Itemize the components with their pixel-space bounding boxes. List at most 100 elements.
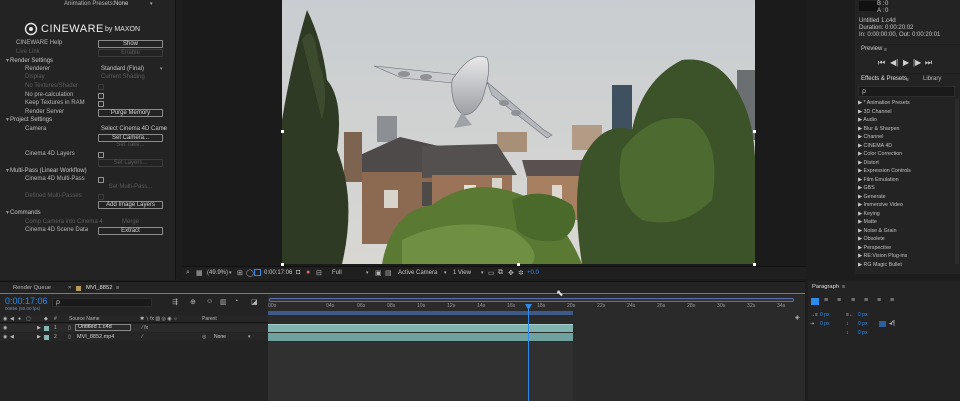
defined-multipasses-checkbox[interactable] bbox=[98, 193, 104, 200]
close-icon[interactable]: × bbox=[68, 284, 71, 293]
keep-textures-checkbox[interactable] bbox=[98, 100, 104, 107]
label-color-swatch[interactable] bbox=[44, 335, 49, 340]
list-item[interactable]: ▶ 3D Channel bbox=[858, 108, 892, 117]
fast-preview-icon[interactable]: ⊟ bbox=[316, 269, 322, 277]
align-right-icon[interactable]: ≡ bbox=[837, 297, 841, 304]
list-item[interactable]: ▶ RG Magic Bullet bbox=[858, 261, 902, 270]
justify-left-icon[interactable]: ≡ bbox=[851, 297, 855, 304]
layer-name[interactable]: Untitled 1.c4d bbox=[75, 324, 131, 331]
list-item[interactable]: ▶ Blur & Sharpen bbox=[858, 125, 899, 134]
time-navigator-range[interactable] bbox=[269, 298, 794, 302]
show-help-button[interactable]: Show bbox=[98, 39, 163, 48]
justify-center-icon[interactable]: ≡ bbox=[864, 297, 868, 304]
timeline-search-input[interactable]: ρ bbox=[52, 298, 152, 307]
list-item[interactable]: ▶ Generate bbox=[858, 193, 886, 202]
flowchart-icon[interactable]: ⧉ bbox=[498, 269, 503, 277]
mask-icon[interactable]: ◯ bbox=[246, 269, 254, 277]
list-item[interactable]: ▶ Channel bbox=[858, 133, 883, 142]
no-precalc-checkbox[interactable] bbox=[98, 92, 104, 99]
list-item[interactable]: ▶ Obsolete bbox=[858, 235, 885, 244]
frame-handle[interactable] bbox=[281, 130, 284, 133]
set-take-button[interactable]: Set Take... bbox=[98, 142, 163, 150]
effects-scrollbar[interactable] bbox=[955, 99, 959, 264]
panel-menu-icon[interactable]: ≡ bbox=[116, 284, 119, 293]
previous-frame-icon[interactable]: ◀| bbox=[890, 58, 898, 67]
source-name-column[interactable]: Source Name bbox=[69, 316, 100, 322]
table-row[interactable]: ◉ ▶ 1 ▯ Untitled 1.c4d ⁄ fx bbox=[0, 324, 268, 332]
exposure-icon[interactable]: ✲ bbox=[518, 269, 524, 277]
frame-handle[interactable] bbox=[753, 130, 756, 133]
motion-blur-icon[interactable]: ◔ bbox=[234, 298, 238, 305]
parent-pickwhip-icon[interactable]: ◎ bbox=[202, 334, 206, 340]
lock-icon[interactable]: ▢ bbox=[26, 316, 31, 322]
eye-icon[interactable]: ◉ bbox=[3, 325, 7, 331]
3d-renderer-icon[interactable]: ▤ bbox=[385, 269, 392, 277]
shy-layers-icon[interactable]: ☺ bbox=[206, 298, 213, 305]
justify-all-icon[interactable]: ≡ bbox=[890, 297, 894, 304]
list-item[interactable]: ▶ Matte bbox=[858, 218, 877, 227]
list-item[interactable]: ▶ * Animation Presets bbox=[858, 99, 910, 108]
expand-triangle-icon[interactable]: ▶ bbox=[37, 334, 41, 340]
region-of-interest-icon[interactable] bbox=[254, 269, 261, 276]
label-color-swatch[interactable] bbox=[44, 326, 49, 331]
current-time-indicator[interactable]: 0:00:17:06 bbox=[5, 296, 48, 306]
audio-icon[interactable]: ◀ bbox=[10, 316, 14, 322]
view-grid-icon[interactable]: ▦ bbox=[196, 269, 203, 277]
view-layout-dropdown[interactable]: 1 View bbox=[453, 270, 471, 276]
camera-snapshot-icon[interactable]: ◘ bbox=[296, 269, 300, 276]
reset-exposure-icon[interactable]: ✥ bbox=[508, 269, 514, 277]
list-item[interactable]: ▶ Distort bbox=[858, 159, 879, 168]
transparency-grid-icon[interactable]: ⊞ bbox=[237, 269, 243, 277]
commands-header[interactable]: ▼ Commands bbox=[0, 209, 176, 218]
space-after-value[interactable]: 0 px bbox=[858, 330, 867, 336]
layer-switches[interactable]: ⁄ bbox=[142, 334, 143, 340]
list-item[interactable]: ▶ Color Correction bbox=[858, 150, 902, 159]
indent-right-value[interactable]: 0 px bbox=[858, 312, 867, 318]
panel-menu-icon[interactable]: ≡ bbox=[884, 47, 887, 53]
last-frame-icon[interactable]: ⏭ bbox=[925, 58, 932, 68]
indent-left-value[interactable]: 0 px bbox=[820, 312, 829, 318]
zoom-dropdown[interactable]: (49.9%) bbox=[207, 270, 228, 276]
parent-column[interactable]: Parent bbox=[202, 316, 217, 322]
add-image-layers-button[interactable]: Add Image Layers bbox=[98, 200, 163, 209]
color-channel-icon[interactable]: ● bbox=[306, 269, 310, 276]
eye-icon[interactable]: ◉ bbox=[3, 316, 7, 322]
active-camera-dropdown[interactable]: Active Camera bbox=[398, 270, 437, 276]
display-dropdown[interactable]: Current Shading bbox=[101, 73, 145, 82]
resolution-dropdown[interactable]: Full bbox=[332, 270, 342, 276]
next-frame-icon[interactable]: |▶ bbox=[913, 58, 921, 67]
align-center-icon[interactable]: ≡ bbox=[824, 297, 828, 304]
list-item[interactable]: ▶ Immersive Video bbox=[858, 201, 903, 210]
first-line-indent-value[interactable]: 0 px bbox=[820, 321, 829, 327]
layer-switches[interactable]: ⁄ fx bbox=[142, 325, 148, 331]
toggle-viewer-icon[interactable]: ▣ bbox=[375, 269, 382, 277]
c4d-layers-checkbox[interactable] bbox=[98, 151, 104, 158]
parent-dropdown[interactable]: None bbox=[214, 334, 226, 340]
audio-icon[interactable]: ◀ bbox=[10, 334, 14, 340]
list-item[interactable]: ▶ Film Emulation bbox=[858, 176, 899, 185]
list-item[interactable]: ▶ Perspective bbox=[858, 244, 891, 253]
left-to-right-button[interactable] bbox=[879, 321, 886, 327]
table-row[interactable]: ◉ ◀ ▶ 2 ▯ MVI_8852.mp4 ⁄ ◎ None ▾ bbox=[0, 333, 268, 341]
magnify-icon[interactable]: ⌕ bbox=[186, 269, 190, 277]
c4d-multipass-checkbox[interactable] bbox=[98, 176, 104, 183]
enable-live-link-button[interactable]: Enable bbox=[98, 48, 163, 57]
draft-3d-icon[interactable]: ⊕ bbox=[190, 298, 196, 306]
tab-comp[interactable]: MVI_8852 bbox=[86, 284, 112, 293]
panel-menu-icon[interactable]: ≡ bbox=[906, 77, 909, 83]
playhead-line[interactable] bbox=[528, 304, 529, 401]
right-to-left-icon[interactable]: ◂¶ bbox=[889, 320, 895, 327]
layer-name[interactable]: MVI_8852.mp4 bbox=[77, 334, 114, 340]
extract-button[interactable]: Extract bbox=[98, 226, 163, 235]
eye-icon[interactable]: ◉ bbox=[3, 334, 7, 340]
tab-effects-presets[interactable]: Effects & Presets bbox=[861, 76, 907, 82]
list-item[interactable]: ▶ Keying bbox=[858, 210, 880, 219]
graph-editor-icon[interactable]: ◪ bbox=[251, 298, 258, 306]
comp-marker-icon[interactable]: ◈ bbox=[795, 314, 800, 321]
set-layers-button[interactable]: Set Layers... bbox=[98, 158, 163, 167]
toggle-pixel-aspect-icon[interactable]: ▭ bbox=[488, 269, 495, 277]
set-multipass-button[interactable]: Set Multi-Pass... bbox=[98, 184, 163, 192]
justify-right-icon[interactable]: ≡ bbox=[877, 297, 881, 304]
tab-render-queue[interactable]: Render Queue bbox=[13, 284, 51, 293]
label-icon[interactable]: ◆ bbox=[44, 316, 48, 322]
